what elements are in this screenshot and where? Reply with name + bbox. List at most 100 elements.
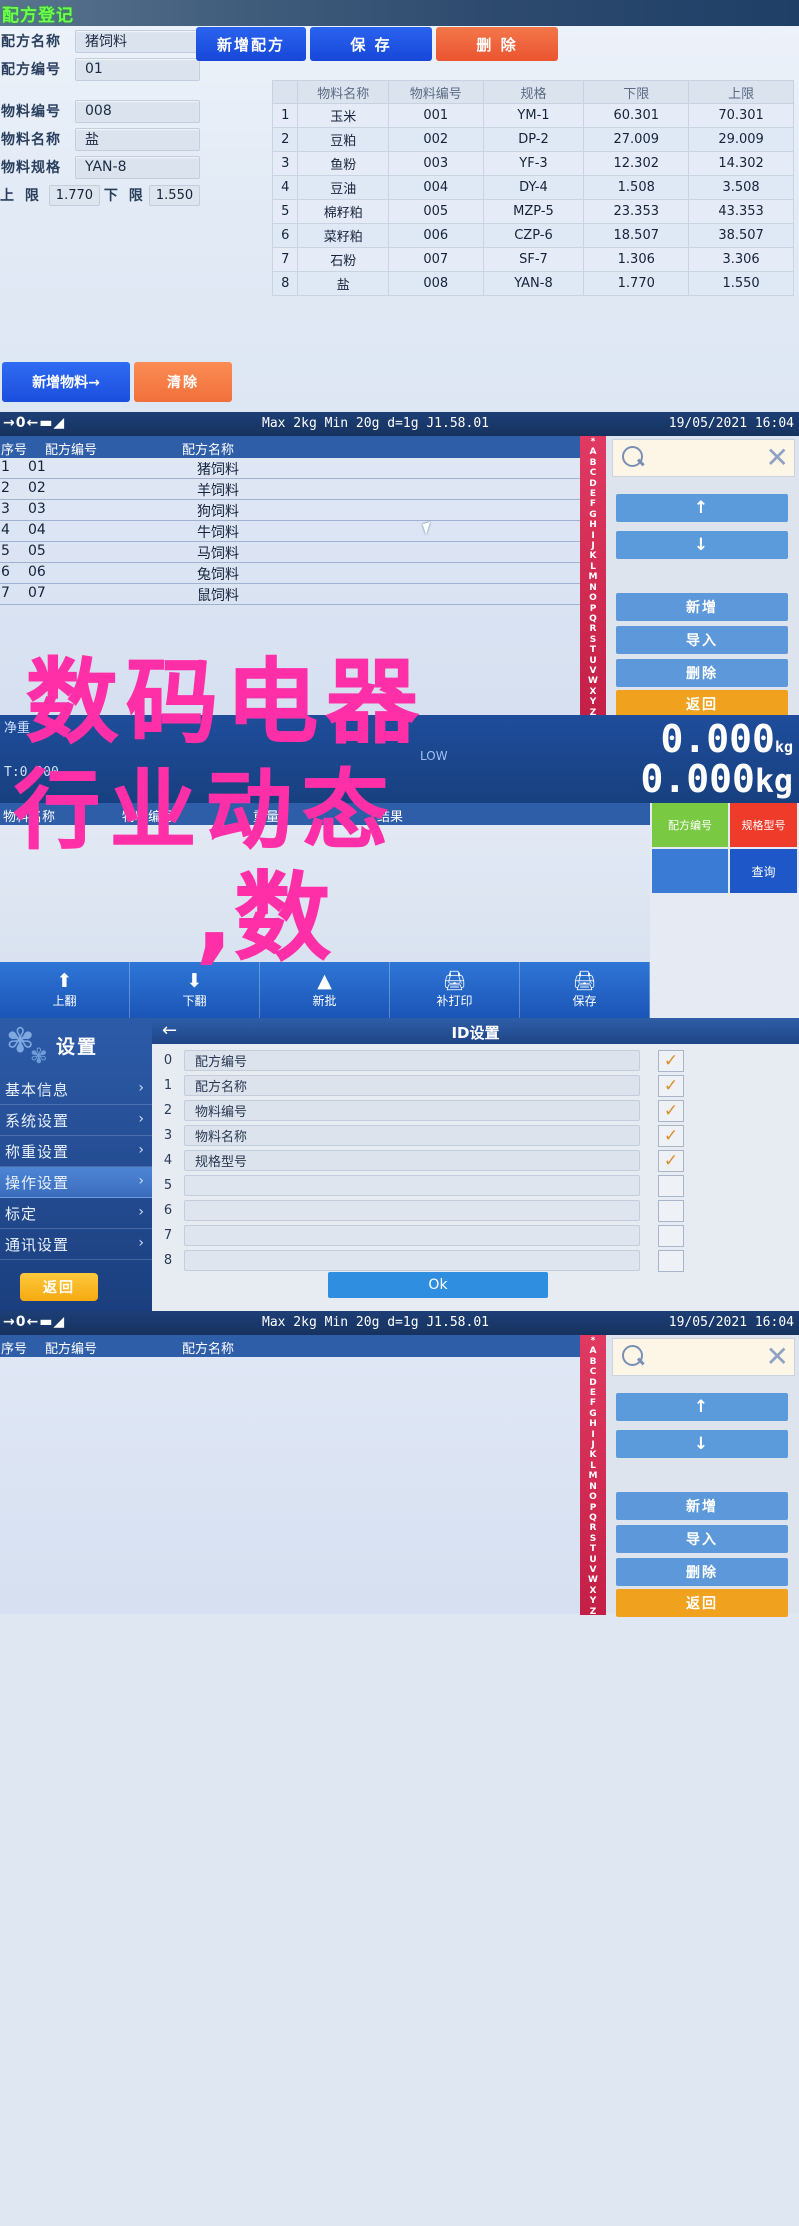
checkbox[interactable]: ✓: [658, 1149, 684, 1172]
toolbar-button-printer-plus[interactable]: 🖨 保存: [520, 962, 650, 1018]
alpha-index-letter[interactable]: W: [588, 1575, 598, 1585]
alpha-index-letter[interactable]: U: [589, 1555, 596, 1565]
list-item[interactable]: 4 04 牛饲料: [0, 521, 580, 542]
id-setting-row[interactable]: 6: [152, 1198, 799, 1223]
search-box-2[interactable]: ✕: [612, 1338, 795, 1376]
input-upper-limit[interactable]: 1.770: [48, 184, 100, 206]
sidebar-item-系统设置[interactable]: 系统设置 ›: [0, 1105, 152, 1136]
id-value-field[interactable]: [184, 1225, 640, 1246]
table-row[interactable]: 7 石粉 007 SF-7 1.306 3.306: [271, 247, 794, 272]
id-value-field[interactable]: 规格型号: [184, 1150, 640, 1171]
recipe-no-button-2[interactable]: [652, 849, 728, 893]
id-setting-row[interactable]: 7: [152, 1223, 799, 1248]
input-material-name[interactable]: 盐: [75, 127, 200, 151]
table-row[interactable]: 8 盐 008 YAN-8 1.770 1.550: [271, 271, 794, 296]
alpha-index-letter[interactable]: R: [590, 1523, 597, 1533]
alpha-index-letter[interactable]: R: [590, 624, 597, 634]
alpha-index-letter[interactable]: G: [589, 510, 596, 520]
input-recipe-no[interactable]: 01: [75, 57, 200, 81]
list-item[interactable]: 6 06 兔饲料: [0, 563, 580, 584]
alpha-index-letter[interactable]: L: [590, 1461, 596, 1471]
alpha-index-letter[interactable]: C: [590, 468, 597, 478]
import-button[interactable]: 导入: [616, 626, 788, 654]
id-value-field[interactable]: [184, 1200, 640, 1221]
alpha-index-letter[interactable]: X: [590, 1586, 597, 1596]
alpha-index-letter[interactable]: N: [589, 583, 597, 593]
alpha-index-letter[interactable]: V: [590, 1565, 597, 1575]
alpha-index-letter[interactable]: C: [590, 1367, 597, 1377]
alpha-index-letter[interactable]: D: [589, 479, 596, 489]
toolbar-button-up-arrow[interactable]: ⬆ 上翻: [0, 962, 130, 1018]
alpha-index-letter[interactable]: J: [591, 541, 594, 551]
checkbox[interactable]: ✓: [658, 1124, 684, 1147]
id-setting-row[interactable]: 8: [152, 1248, 799, 1273]
table-row[interactable]: 6 菜籽粕 006 CZP-6 18.507 38.507: [271, 223, 794, 248]
sidebar-item-称重设置[interactable]: 称重设置 ›: [0, 1136, 152, 1167]
id-setting-row[interactable]: 4 规格型号 ✓: [152, 1148, 799, 1173]
input-recipe-name[interactable]: 猪饲料: [75, 29, 200, 53]
alpha-index-letter[interactable]: I: [591, 1430, 594, 1440]
id-value-field[interactable]: [184, 1175, 640, 1196]
alpha-index-letter[interactable]: S: [590, 1534, 596, 1544]
delete-button-2[interactable]: 删除: [616, 659, 788, 687]
checkbox[interactable]: [658, 1199, 684, 1222]
toolbar-button-stack[interactable]: ▲ 新批: [260, 962, 390, 1018]
id-setting-row[interactable]: 5: [152, 1173, 799, 1198]
alpha-index-letter[interactable]: S: [590, 635, 596, 645]
table-row[interactable]: 5 棉籽粕 005 MZP-5 23.353 43.353: [271, 199, 794, 224]
alpha-index-letter[interactable]: W: [588, 676, 598, 686]
alpha-index-letter[interactable]: Q: [589, 1513, 597, 1523]
id-setting-row[interactable]: 1 配方名称 ✓: [152, 1073, 799, 1098]
alpha-index-letter[interactable]: P: [590, 604, 597, 614]
list-item[interactable]: 3 03 狗饲料: [0, 500, 580, 521]
checkbox[interactable]: [658, 1224, 684, 1247]
close-icon-2[interactable]: ✕: [766, 1340, 789, 1373]
list-item[interactable]: 1 01 猪饲料: [0, 458, 580, 479]
delete-button-3[interactable]: 删除: [616, 1558, 788, 1586]
alpha-index-letter[interactable]: *: [591, 1336, 596, 1346]
sidebar-item-操作设置[interactable]: 操作设置 ›: [0, 1167, 152, 1198]
alpha-index-letter[interactable]: U: [589, 656, 596, 666]
alpha-index-letter[interactable]: D: [589, 1378, 596, 1388]
input-lower-limit[interactable]: 1.550: [149, 184, 200, 206]
list-item[interactable]: 2 02 羊饲料: [0, 479, 580, 500]
alpha-index-letter[interactable]: A: [590, 447, 597, 457]
list-item[interactable]: 7 07 鼠饲料: [0, 584, 580, 605]
sidebar-item-通讯设置[interactable]: 通讯设置 ›: [0, 1229, 152, 1260]
alpha-index-letter[interactable]: Q: [589, 614, 597, 624]
checkbox[interactable]: ✓: [658, 1099, 684, 1122]
input-material-no[interactable]: 008: [75, 99, 200, 123]
checkbox[interactable]: ✓: [658, 1074, 684, 1097]
id-value-field[interactable]: 物料编号: [184, 1100, 640, 1121]
alpha-index-letter[interactable]: X: [590, 687, 597, 697]
close-icon[interactable]: ✕: [766, 441, 789, 474]
alpha-index-letter[interactable]: P: [590, 1503, 597, 1513]
checkbox[interactable]: [658, 1174, 684, 1197]
search-box[interactable]: ✕: [612, 439, 795, 477]
alpha-index-letter[interactable]: N: [589, 1482, 597, 1492]
import-button-2[interactable]: 导入: [616, 1525, 788, 1553]
checkbox[interactable]: ✓: [658, 1049, 684, 1072]
alpha-index-letter[interactable]: K: [590, 551, 597, 561]
new-recipe-button[interactable]: 新增配方: [196, 27, 306, 61]
alpha-index-letter[interactable]: B: [590, 1357, 597, 1367]
toolbar-button-down-arrow[interactable]: ⬇ 下翻: [130, 962, 260, 1018]
save-button[interactable]: 保 存: [310, 27, 432, 61]
alpha-index-letter[interactable]: B: [590, 458, 597, 468]
id-setting-row[interactable]: 0 配方编号 ✓: [152, 1048, 799, 1073]
alpha-index-letter[interactable]: E: [590, 1388, 596, 1398]
alpha-index-letter[interactable]: G: [589, 1409, 596, 1419]
alpha-index-letter[interactable]: I: [591, 531, 594, 541]
list-item[interactable]: 5 05 马饲料: [0, 542, 580, 563]
input-material-spec[interactable]: YAN-8: [75, 155, 200, 179]
page-down-button[interactable]: ↓: [616, 531, 788, 559]
alpha-index-letter[interactable]: K: [590, 1450, 597, 1460]
add-button[interactable]: 新增: [616, 593, 788, 621]
id-setting-row[interactable]: 2 物料编号 ✓: [152, 1098, 799, 1123]
alpha-index-letter[interactable]: Y: [590, 697, 597, 707]
alpha-index-letter[interactable]: O: [589, 1492, 597, 1502]
page-up-button[interactable]: ↑: [616, 494, 788, 522]
alphabet-index-bar[interactable]: * A B C D E F G H I J K L M N O P Q R S T U V W X Y Z: [580, 436, 606, 718]
alpha-index-letter[interactable]: O: [589, 593, 597, 603]
alpha-index-letter[interactable]: A: [590, 1346, 597, 1356]
